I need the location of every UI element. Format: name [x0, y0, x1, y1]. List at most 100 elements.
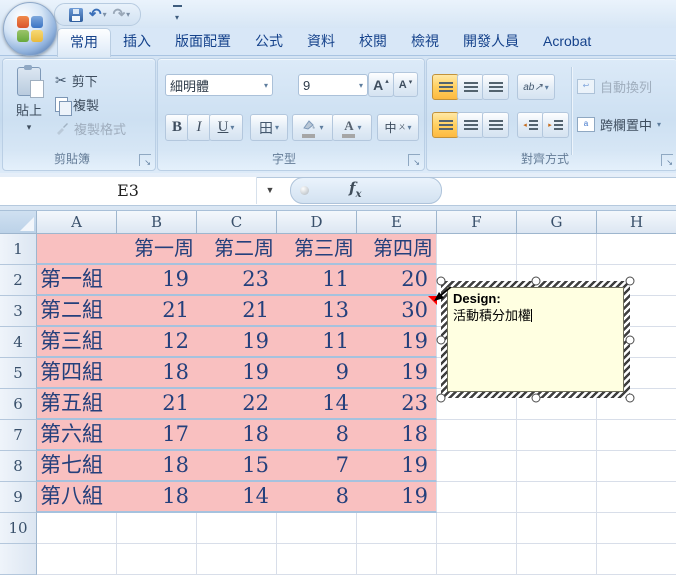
cell-E8[interactable]: 19 — [357, 451, 437, 482]
alignment-dialog-launcher[interactable]: ↘ — [661, 154, 673, 167]
select-all-button[interactable] — [0, 211, 37, 234]
cell-C8[interactable]: 15 — [197, 451, 277, 482]
cell-G7[interactable] — [517, 420, 597, 451]
cell-B11[interactable] — [117, 544, 197, 575]
cell-G11[interactable] — [517, 544, 597, 575]
grow-font-button[interactable]: A ▴ — [368, 72, 394, 97]
cell-E6[interactable]: 23 — [357, 389, 437, 420]
cell-H7[interactable] — [597, 420, 676, 451]
tab-developer[interactable]: 開發人員 — [451, 28, 531, 55]
name-box[interactable]: E3 — [0, 177, 257, 204]
tab-page-layout[interactable]: 版面配置 — [163, 28, 243, 55]
cell-C10[interactable] — [197, 513, 277, 544]
cell-E9[interactable]: 19 — [357, 482, 437, 513]
cell-A4[interactable]: 第三組 — [37, 327, 117, 358]
font-dialog-launcher[interactable]: ↘ — [408, 154, 420, 167]
cell-H8[interactable] — [597, 451, 676, 482]
decrease-indent-button[interactable]: ◂ — [517, 112, 544, 138]
phonetic-guide-button[interactable]: 中 ㄨ ▾ — [377, 114, 419, 141]
cell-B7[interactable]: 17 — [117, 420, 197, 451]
row-header-8[interactable]: 8 — [0, 451, 37, 482]
cell-E11[interactable] — [357, 544, 437, 575]
cell-D8[interactable]: 7 — [277, 451, 357, 482]
cell-B5[interactable]: 18 — [117, 358, 197, 389]
row-header-10[interactable]: 10 — [0, 513, 37, 544]
cell-D10[interactable] — [277, 513, 357, 544]
wrap-text-button[interactable]: ↩ 自動換列 — [577, 77, 652, 96]
comment-text-area[interactable]: Design: 活動積分加權 — [447, 287, 624, 392]
font-name-combobox[interactable]: 細明體 ▾ — [165, 74, 273, 96]
italic-button[interactable]: I — [187, 114, 211, 141]
comment-box[interactable]: Design: 活動積分加權 — [436, 276, 635, 403]
insert-function-button[interactable]: fx — [349, 179, 361, 200]
cell-E4[interactable]: 19 — [357, 327, 437, 358]
cell-F10[interactable] — [437, 513, 517, 544]
cell-D6[interactable]: 14 — [277, 389, 357, 420]
row-header-11[interactable] — [0, 544, 37, 575]
tab-home[interactable]: 常用 — [57, 28, 111, 57]
cell-D7[interactable]: 8 — [277, 420, 357, 451]
merge-center-caret-icon[interactable]: ▾ — [657, 120, 661, 129]
cell-H11[interactable] — [597, 544, 676, 575]
cell-D5[interactable]: 9 — [277, 358, 357, 389]
cell-F9[interactable] — [437, 482, 517, 513]
cell-A10[interactable] — [37, 513, 117, 544]
tab-review[interactable]: 校閱 — [347, 28, 399, 55]
row-header-1[interactable]: 1 — [0, 234, 37, 265]
underline-button[interactable]: U ▾ — [209, 114, 243, 141]
name-box-caret-icon[interactable]: ▼ — [256, 177, 284, 204]
paste-dropdown-caret-icon[interactable]: ▾ — [9, 122, 49, 133]
merge-center-button[interactable]: a 跨欄置中 ▾ — [577, 115, 661, 134]
cell-C11[interactable] — [197, 544, 277, 575]
cell-C9[interactable]: 14 — [197, 482, 277, 513]
shrink-font-button[interactable]: A ▾ — [393, 72, 418, 97]
comment-resize-handle-4[interactable] — [625, 335, 635, 344]
column-header-E[interactable]: E — [357, 211, 437, 234]
row-header-6[interactable]: 6 — [0, 389, 37, 420]
cell-B4[interactable]: 12 — [117, 327, 197, 358]
cell-D4[interactable]: 11 — [277, 327, 357, 358]
cell-C6[interactable]: 22 — [197, 389, 277, 420]
cell-C5[interactable]: 19 — [197, 358, 277, 389]
cell-G8[interactable] — [517, 451, 597, 482]
cell-E2[interactable]: 20 — [357, 265, 437, 296]
qat-customize-button[interactable]: ▾ — [170, 5, 184, 23]
align-bottom-button[interactable] — [482, 74, 509, 100]
row-header-5[interactable]: 5 — [0, 358, 37, 389]
cell-A8[interactable]: 第七組 — [37, 451, 117, 482]
cell-C3[interactable]: 21 — [197, 296, 277, 327]
paste-button[interactable]: 貼上 ▾ — [9, 65, 49, 145]
tab-acrobat[interactable]: Acrobat — [531, 28, 603, 55]
tab-data[interactable]: 資料 — [295, 28, 347, 55]
row-header-4[interactable]: 4 — [0, 327, 37, 358]
comment-resize-handle-3[interactable] — [436, 335, 446, 344]
cell-B3[interactable]: 21 — [117, 296, 197, 327]
column-header-F[interactable]: F — [437, 211, 517, 234]
comment-resize-handle-1[interactable] — [531, 276, 540, 286]
cell-F7[interactable] — [437, 420, 517, 451]
cell-A7[interactable]: 第六組 — [37, 420, 117, 451]
cell-F8[interactable] — [437, 451, 517, 482]
cell-B9[interactable]: 18 — [117, 482, 197, 513]
cut-button[interactable]: ✂ 剪下 — [55, 69, 98, 91]
format-painter-button[interactable]: 複製格式 — [55, 117, 126, 139]
cell-C7[interactable]: 18 — [197, 420, 277, 451]
increase-indent-button[interactable]: ▸ — [542, 112, 569, 138]
bold-button[interactable]: B — [165, 114, 189, 141]
cell-D11[interactable] — [277, 544, 357, 575]
row-header-7[interactable]: 7 — [0, 420, 37, 451]
cell-D9[interactable]: 8 — [277, 482, 357, 513]
row-header-2[interactable]: 2 — [0, 265, 37, 296]
cell-A11[interactable] — [37, 544, 117, 575]
save-button[interactable] — [69, 7, 83, 22]
cell-A6[interactable]: 第五組 — [37, 389, 117, 420]
cell-E1[interactable]: 第四周 — [357, 234, 437, 265]
font-color-button[interactable]: A ▾ — [332, 114, 372, 141]
cell-A5[interactable]: 第四組 — [37, 358, 117, 389]
align-left-button[interactable] — [432, 112, 459, 138]
cell-A2[interactable]: 第一組 — [37, 265, 117, 296]
column-header-G[interactable]: G — [517, 211, 597, 234]
cell-B1[interactable]: 第一周 — [117, 234, 197, 265]
undo-button[interactable]: ↶ ▾ — [89, 7, 107, 22]
comment-resize-handle-6[interactable] — [531, 393, 540, 403]
